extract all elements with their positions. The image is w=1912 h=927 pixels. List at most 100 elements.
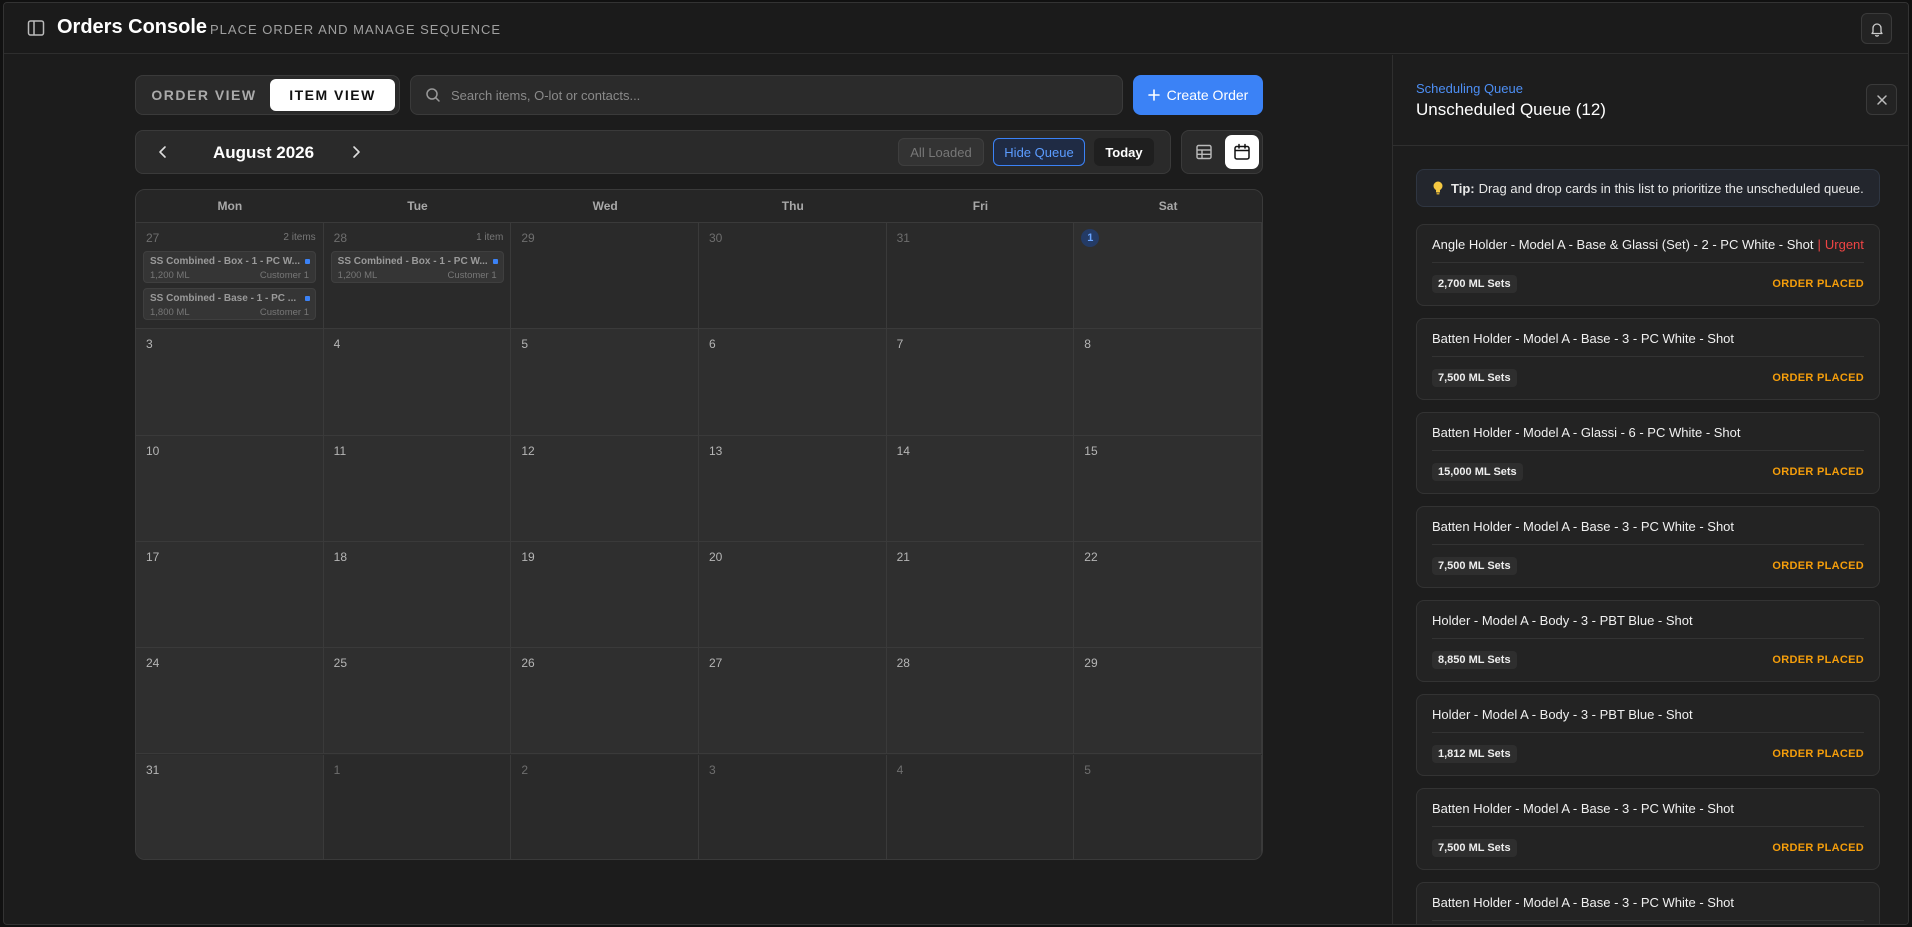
calendar-day-cell[interactable]: 20 [698,541,887,649]
day-number: 27 [708,656,723,671]
calendar-day-cell[interactable]: 4 [886,754,1075,859]
calendar-day-cell[interactable]: 10 [136,435,324,542]
calendar-day-cell[interactable]: 12 [511,435,699,542]
event-customer: Customer 1 [259,270,309,281]
calendar-day-cell[interactable]: 5 [511,329,699,436]
close-queue-button[interactable] [1866,84,1897,115]
app-subtitle: PLACE ORDER AND MANAGE SEQUENCE [210,22,502,37]
day-number: 29 [1084,656,1098,671]
calendar-day-cell[interactable]: 2 [511,754,699,859]
queue-card[interactable]: Batten Holder - Model A - Glassi - 6 - P… [1416,412,1880,494]
calendar-day-cell[interactable]: 29 [1074,648,1262,755]
calendar-day-cell[interactable]: 8 [1074,329,1262,436]
calendar-day-cell[interactable]: 4 [323,329,512,436]
calendar-icon [1234,143,1250,160]
current-month: August 2026 [213,143,315,162]
card-divider [1432,262,1864,263]
card-divider [1432,638,1864,639]
day-number: 25 [333,656,348,671]
calendar-day-cell[interactable]: 17 [136,541,324,649]
calendar-day-cell[interactable]: 3 [698,754,887,859]
status-badge: ORDER PLACED [1772,560,1864,572]
order-view-tab[interactable]: ORDER VIEW [140,79,268,111]
day-number: 2 [521,762,528,777]
queue-item-title: Holder - Model A - Body - 3 - PBT Blue -… [1432,707,1693,722]
queue-card[interactable]: Batten Holder - Model A - Base - 3 - PC … [1416,882,1880,924]
queue-card[interactable]: Holder - Model A - Body - 3 - PBT Blue -… [1416,694,1880,776]
weekday-label: Mon [217,199,243,213]
calendar-day-cell[interactable]: 26 [511,648,699,755]
queue-card[interactable]: Batten Holder - Model A - Base - 3 - PC … [1416,506,1880,588]
status-badge: ORDER PLACED [1772,654,1864,666]
queue-item-name: Batten Holder - Model A - Base - 3 - PC … [1432,801,1734,816]
calendar-day-cell[interactable]: 25 [323,648,512,755]
calendar-event-card[interactable]: SS Combined - Box - 1 - PC W... 1,200 ML C… [330,251,504,283]
create-order-button[interactable]: Create Order [1133,75,1263,115]
weekday-header: Mon Tue Wed Thu Fri Sat [136,190,1262,223]
day-number: 30 [708,231,723,245]
prev-month-chevron-left-icon[interactable] [154,143,172,161]
next-month-chevron-right-icon[interactable] [347,143,365,161]
status-badge: ORDER PLACED [1772,842,1864,854]
queue-card[interactable]: Holder - Model A - Body - 3 - PBT Blue -… [1416,600,1880,682]
calendar-day-cell[interactable]: 1 [1074,223,1262,330]
calendar-day-cell[interactable]: 3 [136,329,324,436]
calendar-day-cell[interactable]: 22 [1074,541,1262,649]
calendar-layout-button[interactable] [1225,135,1259,169]
tip-label: Tip: [1451,180,1475,196]
calendar-day-cell[interactable]: 13 [698,435,887,542]
calendar-day-cell[interactable]: 15 [1074,435,1262,542]
calendar-event-card[interactable]: SS Combined - Base - 1 - PC ... 1,800 ML C… [143,288,316,320]
app-title: Orders Console [57,16,208,38]
month-calendar: Mon Tue Wed Thu Fri Sat 27 2 items SS Combined … [135,189,1263,860]
day-number: 31 [146,762,160,777]
calendar-day-cell[interactable]: 1 [323,754,512,859]
view-toggle: ORDER VIEW ITEM VIEW [135,75,400,115]
queue-item-title: Batten Holder - Model A - Base - 3 - PC … [1432,801,1735,816]
calendar-day-cell[interactable]: 24 [136,648,324,755]
calendar-day-cell[interactable]: 21 [886,541,1075,649]
notifications-button[interactable] [1861,13,1892,44]
calendar-day-cell[interactable]: 31 [136,754,324,859]
weekday-label: Thu [781,199,804,213]
calendar-day-cell[interactable]: 29 [511,223,699,330]
search-input[interactable] [451,87,1101,103]
all-loaded-button[interactable]: All Loaded [898,138,984,166]
day-number: 17 [146,549,160,564]
calendar-event-card[interactable]: SS Combined - Box - 1 - PC W... 1,200 ML C… [143,251,316,283]
calendar-day-cell[interactable]: 11 [323,435,512,542]
calendar-day-cell[interactable]: 19 [511,541,699,649]
weekday-label: Sat [1158,199,1178,213]
event-quantity: 1,200 ML [150,270,190,281]
calendar-day-cell[interactable]: 5 [1074,754,1262,859]
search-icon [426,88,440,102]
queue-title: Unscheduled Queue (12) [1416,100,1606,119]
quantity-badge: 7,500 ML Sets [1432,839,1517,857]
calendar-day-cell[interactable]: 28 1 item SS Combined - Box - 1 - PC W... 1… [323,223,512,330]
calendar-day-cell[interactable]: 28 [886,648,1075,755]
calendar-day-cell[interactable]: 14 [886,435,1075,542]
today-button[interactable]: Today [1094,138,1154,166]
calendar-day-cell[interactable]: 6 [698,329,887,436]
tip-banner: Tip: Drag and drop cards in this list to… [1416,169,1880,207]
tip-text: Drag and drop cards in this list to prio… [1478,180,1864,196]
hide-queue-button[interactable]: Hide Queue [993,138,1085,166]
event-quantity: 1,800 ML [150,307,190,318]
queue-item-name: Holder - Model A - Body - 3 - PBT Blue -… [1432,707,1693,722]
queue-card[interactable]: Batten Holder - Model A - Base - 3 - PC … [1416,788,1880,870]
sidebar-toggle-icon[interactable] [26,18,46,38]
item-view-tab[interactable]: ITEM VIEW [270,79,395,111]
day-number: 13 [708,443,723,458]
queue-item-name: Batten Holder - Model A - Base - 3 - PC … [1432,331,1734,346]
calendar-day-cell[interactable]: 30 [698,223,887,330]
table-layout-button[interactable] [1188,137,1220,167]
calendar-day-cell[interactable]: 27 [698,648,887,755]
calendar-day-cell[interactable]: 27 2 items SS Combined - Box - 1 - PC W...… [136,223,324,330]
queue-card[interactable]: Angle Holder - Model A - Base & Glassi (… [1416,224,1880,306]
day-number: 3 [708,762,716,777]
panel-divider [1393,145,1908,146]
queue-card[interactable]: Batten Holder - Model A - Base - 3 - PC … [1416,318,1880,400]
calendar-day-cell[interactable]: 7 [886,329,1075,436]
calendar-day-cell[interactable]: 31 [886,223,1075,330]
calendar-day-cell[interactable]: 18 [323,541,512,649]
